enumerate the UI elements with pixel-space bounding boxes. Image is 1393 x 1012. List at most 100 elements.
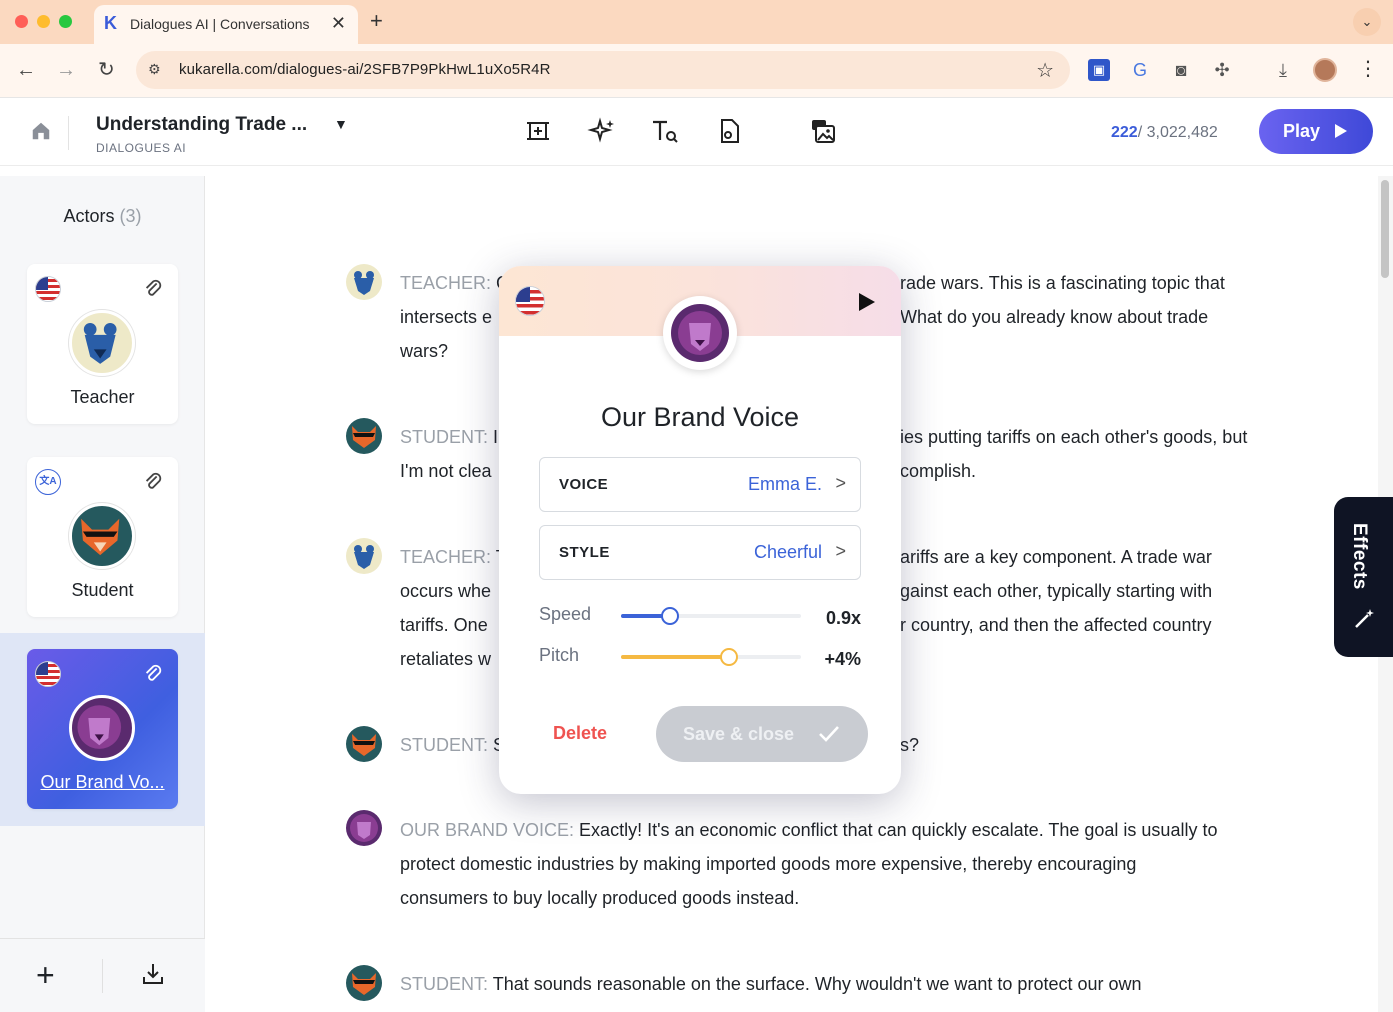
us-flag-icon[interactable]: [515, 286, 545, 316]
address-bar[interactable]: ⚙ kukarella.com/dialogues-ai/2SFB7P9PkHw…: [136, 51, 1070, 89]
app-header: Understanding Trade ... DIALOGUES AI ▼ 2…: [0, 98, 1393, 166]
tab-close-icon[interactable]: ✕: [331, 13, 346, 33]
pitch-slider-fill: [621, 655, 729, 659]
dialogue-line-text: rade wars. This is a fascinating topic t…: [900, 273, 1225, 293]
download-icon[interactable]: [141, 961, 165, 987]
text-search-icon[interactable]: [650, 116, 680, 146]
browser-tab-bar: K Dialogues AI | Conversations ✕ + ⌄: [0, 0, 1393, 44]
camera-icon[interactable]: ◙: [1170, 59, 1192, 81]
speaker-label: STUDENT:: [400, 974, 489, 994]
close-window-button[interactable]: [15, 15, 28, 28]
forward-arrow-icon[interactable]: →: [56, 58, 76, 82]
effects-tab[interactable]: Effects: [1334, 497, 1393, 657]
puzzle-extensions-icon[interactable]: ✣: [1211, 59, 1233, 81]
actor-name: Student: [71, 580, 134, 600]
download-icon[interactable]: ⤓: [1272, 59, 1294, 81]
reload-icon[interactable]: ↻: [98, 58, 115, 82]
translate-icon[interactable]: 文A: [35, 469, 61, 495]
bear-avatar: [69, 310, 135, 376]
new-tab-button[interactable]: +: [370, 9, 383, 33]
attachment-clip-icon[interactable]: [142, 471, 164, 493]
translate-extension-icon[interactable]: G: [1129, 59, 1151, 81]
speaker-label: TEACHER:: [400, 547, 492, 567]
magic-wand-icon: [1355, 609, 1374, 628]
add-actor-plus-icon[interactable]: +: [36, 959, 55, 991]
profile-avatar[interactable]: [1313, 58, 1337, 82]
characters-used: 222: [1111, 124, 1138, 141]
voice-selector[interactable]: VOICE Emma E. >: [539, 457, 861, 512]
delete-button[interactable]: Delete: [539, 718, 621, 748]
fox-avatar: [346, 965, 382, 1001]
back-arrow-icon[interactable]: ←: [16, 58, 36, 82]
actors-count: (3): [119, 206, 142, 226]
play-button[interactable]: Play: [1259, 109, 1373, 154]
voice-value: Emma E.: [747, 474, 822, 494]
style-label: STYLE: [559, 544, 610, 561]
lion-avatar: [346, 810, 382, 846]
sidebar-footer: +: [0, 938, 205, 1012]
fox-avatar: [346, 726, 382, 762]
style-selector[interactable]: STYLE Cheerful >: [539, 525, 861, 580]
modal-actor-name[interactable]: Our Brand Voice: [499, 402, 901, 433]
document-title[interactable]: Understanding Trade ...: [96, 114, 307, 136]
dialogue-line-text: ariffs are a key component. A trade war: [900, 547, 1212, 567]
effects-label: Effects: [1349, 523, 1370, 590]
actor-card-student[interactable]: 文A Student: [27, 457, 178, 617]
actor-card-teacher[interactable]: Teacher: [27, 264, 178, 424]
actor-name: Our Brand Vo...: [40, 772, 165, 792]
dialogue-line-text: r country, and then the affected country: [900, 615, 1212, 635]
play-icon: [1335, 124, 1347, 138]
speed-slider[interactable]: [621, 607, 801, 625]
us-flag-icon[interactable]: [35, 661, 61, 687]
frame-tool-icon[interactable]: [523, 116, 553, 146]
preview-play-icon[interactable]: [859, 293, 875, 311]
scrollbar-thumb[interactable]: [1381, 180, 1389, 278]
attachment-clip-icon[interactable]: [142, 663, 164, 685]
actor-name: Teacher: [70, 387, 135, 407]
speed-slider-handle[interactable]: [661, 607, 679, 625]
dialogue-line-text: gainst each other, typically starting wi…: [900, 581, 1213, 601]
dialogue-line[interactable]: STUDENT: That sounds reasonable on the s…: [400, 967, 1290, 1001]
bear-avatar: [346, 264, 382, 300]
us-flag-icon[interactable]: [35, 276, 61, 302]
bookmark-star-icon[interactable]: ☆: [1036, 58, 1054, 83]
pitch-value: +4%: [824, 649, 861, 669]
minimize-window-button[interactable]: [37, 15, 50, 28]
line-text: That sounds reasonable on the surface. W…: [492, 974, 1142, 994]
dialogue-line-text: ies putting tariffs on each other's good…: [900, 427, 1248, 447]
chevron-right-icon: >: [835, 541, 846, 561]
pitch-label: Pitch: [539, 645, 580, 665]
actor-card-our-brand-voice[interactable]: Our Brand Vo...: [27, 649, 178, 809]
actors-heading: Actors (3): [0, 206, 205, 227]
browser-toolbar: ← → ↻ ⚙ kukarella.com/dialogues-ai/2SFB7…: [0, 44, 1393, 98]
characters-total: / 3,022,482: [1137, 124, 1218, 141]
home-icon[interactable]: [30, 120, 52, 142]
chevron-right-icon: >: [835, 473, 846, 493]
line-text: Exactly! It's an economic conflict that …: [579, 820, 1218, 840]
speaker-label: TEACHER:: [400, 273, 492, 293]
pitch-slider-handle[interactable]: [720, 648, 738, 666]
url-text: kukarella.com/dialogues-ai/2SFB7P9PkHwL1…: [179, 61, 551, 78]
browser-tab[interactable]: K Dialogues AI | Conversations ✕: [94, 5, 358, 44]
modal-actor-avatar[interactable]: [663, 296, 737, 370]
pitch-slider[interactable]: [621, 648, 801, 666]
maximize-window-button[interactable]: [59, 15, 72, 28]
title-dropdown-icon[interactable]: ▼: [334, 116, 348, 132]
save-close-button[interactable]: Save & close: [656, 706, 868, 762]
actor-voice-modal: Our Brand Voice VOICE Emma E. > STYLE Ch…: [499, 266, 901, 794]
attachment-clip-icon[interactable]: [142, 278, 164, 300]
extension-icon[interactable]: ▣: [1088, 59, 1110, 81]
kukarella-favicon-icon: K: [104, 13, 117, 33]
lion-avatar: [69, 695, 135, 761]
speed-label: Speed: [539, 604, 592, 624]
site-settings-icon[interactable]: ⚙: [148, 61, 161, 78]
line-text: I: [493, 427, 499, 447]
dialogue-line[interactable]: OUR BRAND VOICE: Exactly! It's an econom…: [400, 813, 1290, 847]
ai-sparkle-icon[interactable]: [587, 116, 617, 146]
document-audio-icon[interactable]: [714, 116, 744, 146]
image-generator-icon[interactable]: [808, 116, 838, 146]
more-menu-icon[interactable]: ⋮: [1358, 56, 1378, 81]
tab-title: Dialogues AI | Conversations: [130, 16, 310, 32]
dialogue-line-text: complish.: [900, 461, 977, 481]
tab-search-chevron-icon[interactable]: ⌄: [1353, 8, 1381, 36]
